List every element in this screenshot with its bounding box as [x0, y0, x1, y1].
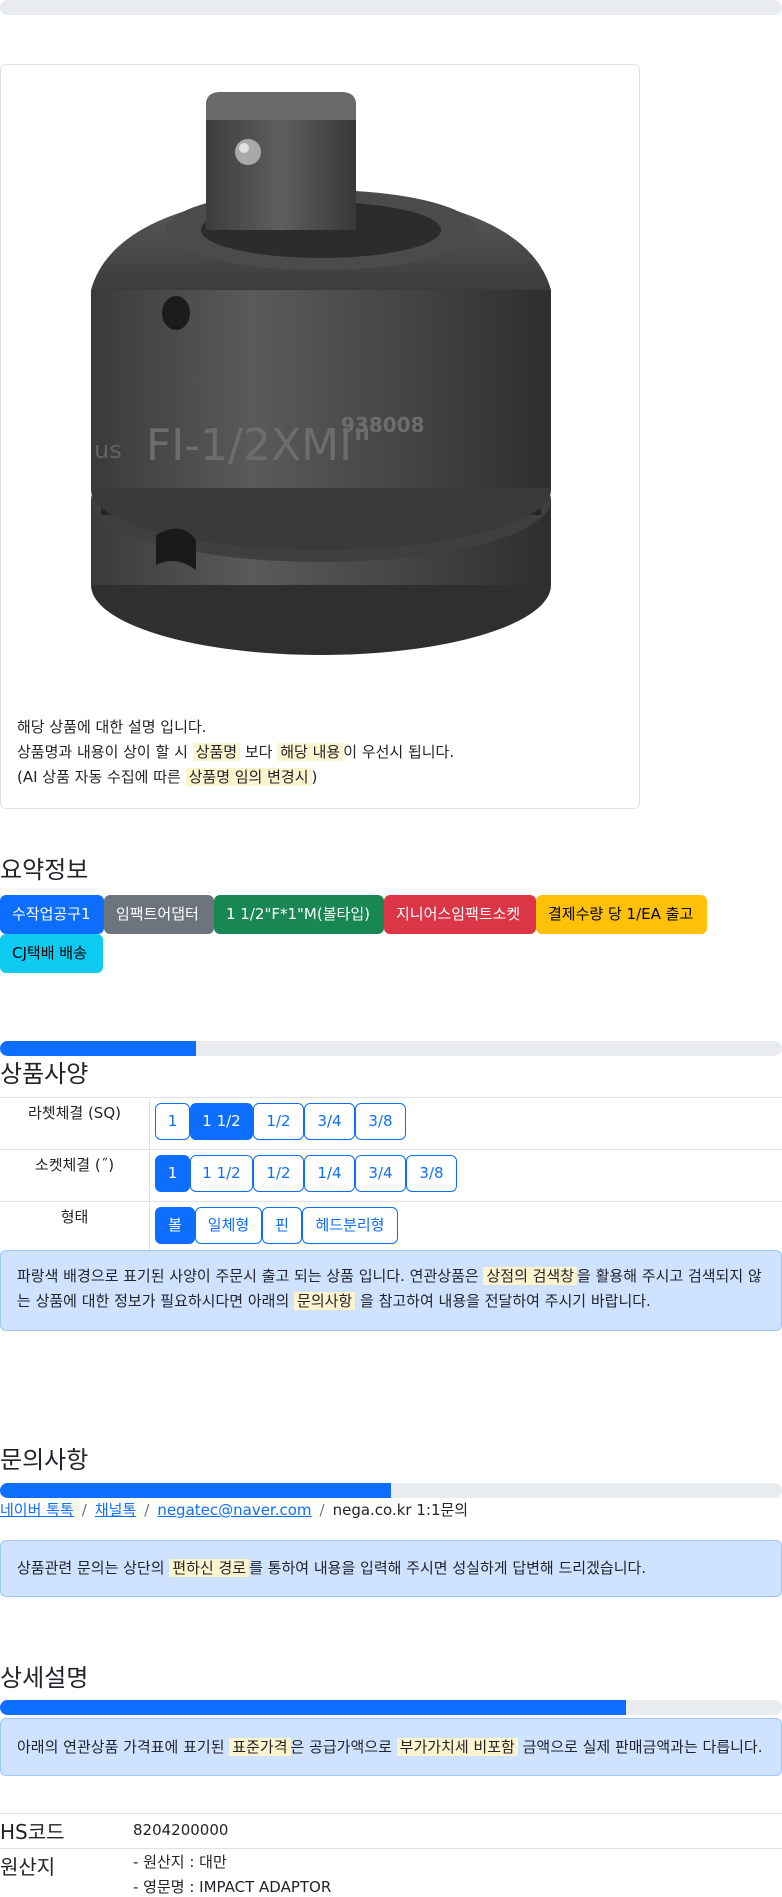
top-progress-bar: [0, 0, 782, 15]
notice-highlight-search: 상점의 검색창: [483, 1267, 578, 1285]
option-shape-integral[interactable]: 일체형: [195, 1207, 262, 1244]
summary-title: 요약정보: [0, 856, 89, 884]
desc-highlight-product-name: 상품명: [192, 743, 241, 761]
option-shape-pin[interactable]: 핀: [262, 1207, 302, 1244]
spec-row-ratchet: 라쳇체결 (SQ) 1 1 1/2 1/2 3/4 3/8: [0, 1098, 782, 1150]
hs-code-row: HS코드 8204200000: [0, 1813, 782, 1848]
badge-type: 임팩트어댑터: [104, 895, 214, 934]
option-ratchet-1[interactable]: 1: [155, 1103, 190, 1140]
notice-highlight-standard-price: 표준가격: [229, 1738, 291, 1756]
channel-talk-link[interactable]: 채널톡: [95, 1501, 136, 1519]
notice-highlight-route: 편하신 경로: [169, 1559, 250, 1577]
engraving-number: 938008: [341, 413, 425, 437]
notice-highlight-inquiry: 문의사항: [294, 1292, 356, 1310]
option-socket-1[interactable]: 1: [155, 1155, 190, 1192]
inquiry-title: 문의사항: [0, 1446, 89, 1474]
inquiry-progress-fill: [0, 1483, 391, 1498]
desc-text: (AI 상품 자동 수집에 따른: [17, 768, 181, 786]
desc-text: 상품명과 내용이 상이 할 시: [17, 743, 188, 761]
badge-brand: 지니어스임팩트소켓: [384, 895, 536, 934]
notice-text: 을 활용해 주시고 검색되지 않: [577, 1267, 762, 1285]
desc-line-2: 상품명과 내용이 상이 할 시 상품명 보다 해당 내용 이 우선시 됩니다.: [17, 740, 454, 765]
impact-adaptor-photo: FI-1/2XMI" 938008 us: [91, 92, 551, 655]
spec-progress-bar: [0, 1041, 782, 1056]
spec-notice: 파랑색 배경으로 표기된 사양이 주문시 출고 되는 상품 입니다. 연관상품은…: [0, 1250, 782, 1331]
notice-text: 아래의 연관상품 가격표에 표기된: [17, 1738, 225, 1756]
notice-text: 은 공급가액으로: [290, 1738, 392, 1756]
option-socket-3-8[interactable]: 3/8: [406, 1155, 457, 1192]
product-description: 해당 상품에 대한 설명 입니다. 상품명과 내용이 상이 할 시 상품명 보다…: [17, 715, 454, 790]
spec-label: 라쳇체결 (SQ): [0, 1098, 150, 1149]
notice-text: 을 참고하여 내용을 전달하여 주시기 바랍니다.: [360, 1292, 651, 1310]
detail-title: 상세설명: [0, 1664, 89, 1692]
separator: /: [144, 1501, 150, 1519]
inquiry-channels: 네이버 톡톡 / 채널톡 / negatec@naver.com / nega.co.kr …: [0, 1499, 468, 1520]
spec-table: 라쳇체결 (SQ) 1 1 1/2 1/2 3/4 3/8 소켓체결 (˝) 1…: [0, 1097, 782, 1254]
desc-text: ): [311, 768, 318, 786]
option-socket-1-2[interactable]: 1/2: [253, 1155, 304, 1192]
badge-quantity: 결제수량 당 1/EA 출고: [536, 895, 707, 934]
notice-highlight-vat: 부가가치세 비포함: [396, 1738, 518, 1756]
option-shape-head-split[interactable]: 헤드분리형: [302, 1207, 398, 1244]
product-card: FI-1/2XMI" 938008 us 해당 상품에 대한 설명 입니다. 상…: [0, 64, 640, 809]
detail-notice: 아래의 연관상품 가격표에 표기된 표준가격 은 공급가액으로 부가가치세 비포함…: [0, 1718, 782, 1776]
notice-text: 를 통하여 내용을 입력해 주시면 성실하게 답변해 드리겠습니다.: [249, 1559, 647, 1577]
origin-value: - 원산지 : 대만 - 영문명 : IMPACT ADAPTOR: [133, 1850, 331, 1897]
spec-label: 소켓체결 (˝): [0, 1150, 150, 1201]
engraving-model: FI-1/2XMI": [146, 420, 372, 471]
desc-text: 보다: [244, 743, 273, 761]
desc-highlight-content: 해당 내용: [277, 743, 344, 761]
notice-text: 파랑색 배경으로 표기된 사양이 주문시 출고 되는 상품 입니다. 연관상품은: [17, 1267, 479, 1285]
badge-delivery: CJ택배 배송: [0, 934, 103, 973]
origin-line: - 원산지 : 대만: [133, 1853, 227, 1871]
option-shape-ball[interactable]: 볼: [155, 1207, 195, 1244]
desc-line-1: 해당 상품에 대한 설명 입니다.: [17, 718, 207, 736]
separator: /: [81, 1501, 87, 1519]
hs-code-label: HS코드: [0, 1820, 65, 1844]
option-ratchet-3-8[interactable]: 3/8: [355, 1103, 406, 1140]
naver-talk-link[interactable]: 네이버 톡톡: [0, 1501, 74, 1519]
badge-spec: 1 1/2"F*1"M(볼타입): [214, 895, 384, 934]
option-socket-1-4[interactable]: 1/4: [304, 1155, 355, 1192]
origin-row: 원산지 - 원산지 : 대만 - 영문명 : IMPACT ADAPTOR: [0, 1848, 782, 1897]
option-socket-3-4[interactable]: 3/4: [355, 1155, 406, 1192]
desc-highlight-name-change: 상품명 임의 변경시: [185, 768, 312, 786]
desc-line-3: (AI 상품 자동 수집에 따른 상품명 임의 변경시): [17, 765, 454, 790]
origin-label: 원산지: [0, 1855, 56, 1879]
inquiry-notice: 상품관련 문의는 상단의 편하신 경로 를 통하여 내용을 입력해 주시면 성실하…: [0, 1540, 782, 1597]
option-ratchet-3-4[interactable]: 3/4: [304, 1103, 355, 1140]
separator: /: [319, 1501, 325, 1519]
inquiry-progress-bar: [0, 1483, 782, 1498]
notice-text: 금액으로 실제 판매금액과는 다릅니다.: [522, 1738, 763, 1756]
email-link[interactable]: negatec@naver.com: [157, 1501, 311, 1519]
detail-progress-fill: [0, 1700, 626, 1715]
option-ratchet-1-1-2[interactable]: 1 1/2: [190, 1103, 253, 1140]
spec-row-shape: 형태 볼 일체형 핀 헤드분리형: [0, 1202, 782, 1254]
desc-text: 이 우선시 됩니다.: [343, 743, 455, 761]
site-inquiry-text: nega.co.kr 1:1문의: [332, 1501, 469, 1519]
notice-text: 상품관련 문의는 상단의: [17, 1559, 165, 1577]
spec-title: 상품사양: [0, 1060, 89, 1088]
option-socket-1-1-2[interactable]: 1 1/2: [190, 1155, 253, 1192]
notice-text: 는 상품에 대한 정보가 필요하시다면 아래의: [17, 1292, 290, 1310]
engraving-brand: us: [94, 436, 122, 464]
option-ratchet-1-2[interactable]: 1/2: [253, 1103, 304, 1140]
badge-category: 수작업공구1: [0, 895, 104, 934]
spec-row-socket: 소켓체결 (˝) 1 1 1/2 1/2 1/4 3/4 3/8: [0, 1150, 782, 1202]
spec-label: 형태: [0, 1202, 150, 1253]
hs-code-value: 8204200000: [133, 1821, 229, 1839]
detail-progress-bar: [0, 1700, 782, 1715]
origin-english-name: - 영문명 : IMPACT ADAPTOR: [133, 1878, 332, 1896]
